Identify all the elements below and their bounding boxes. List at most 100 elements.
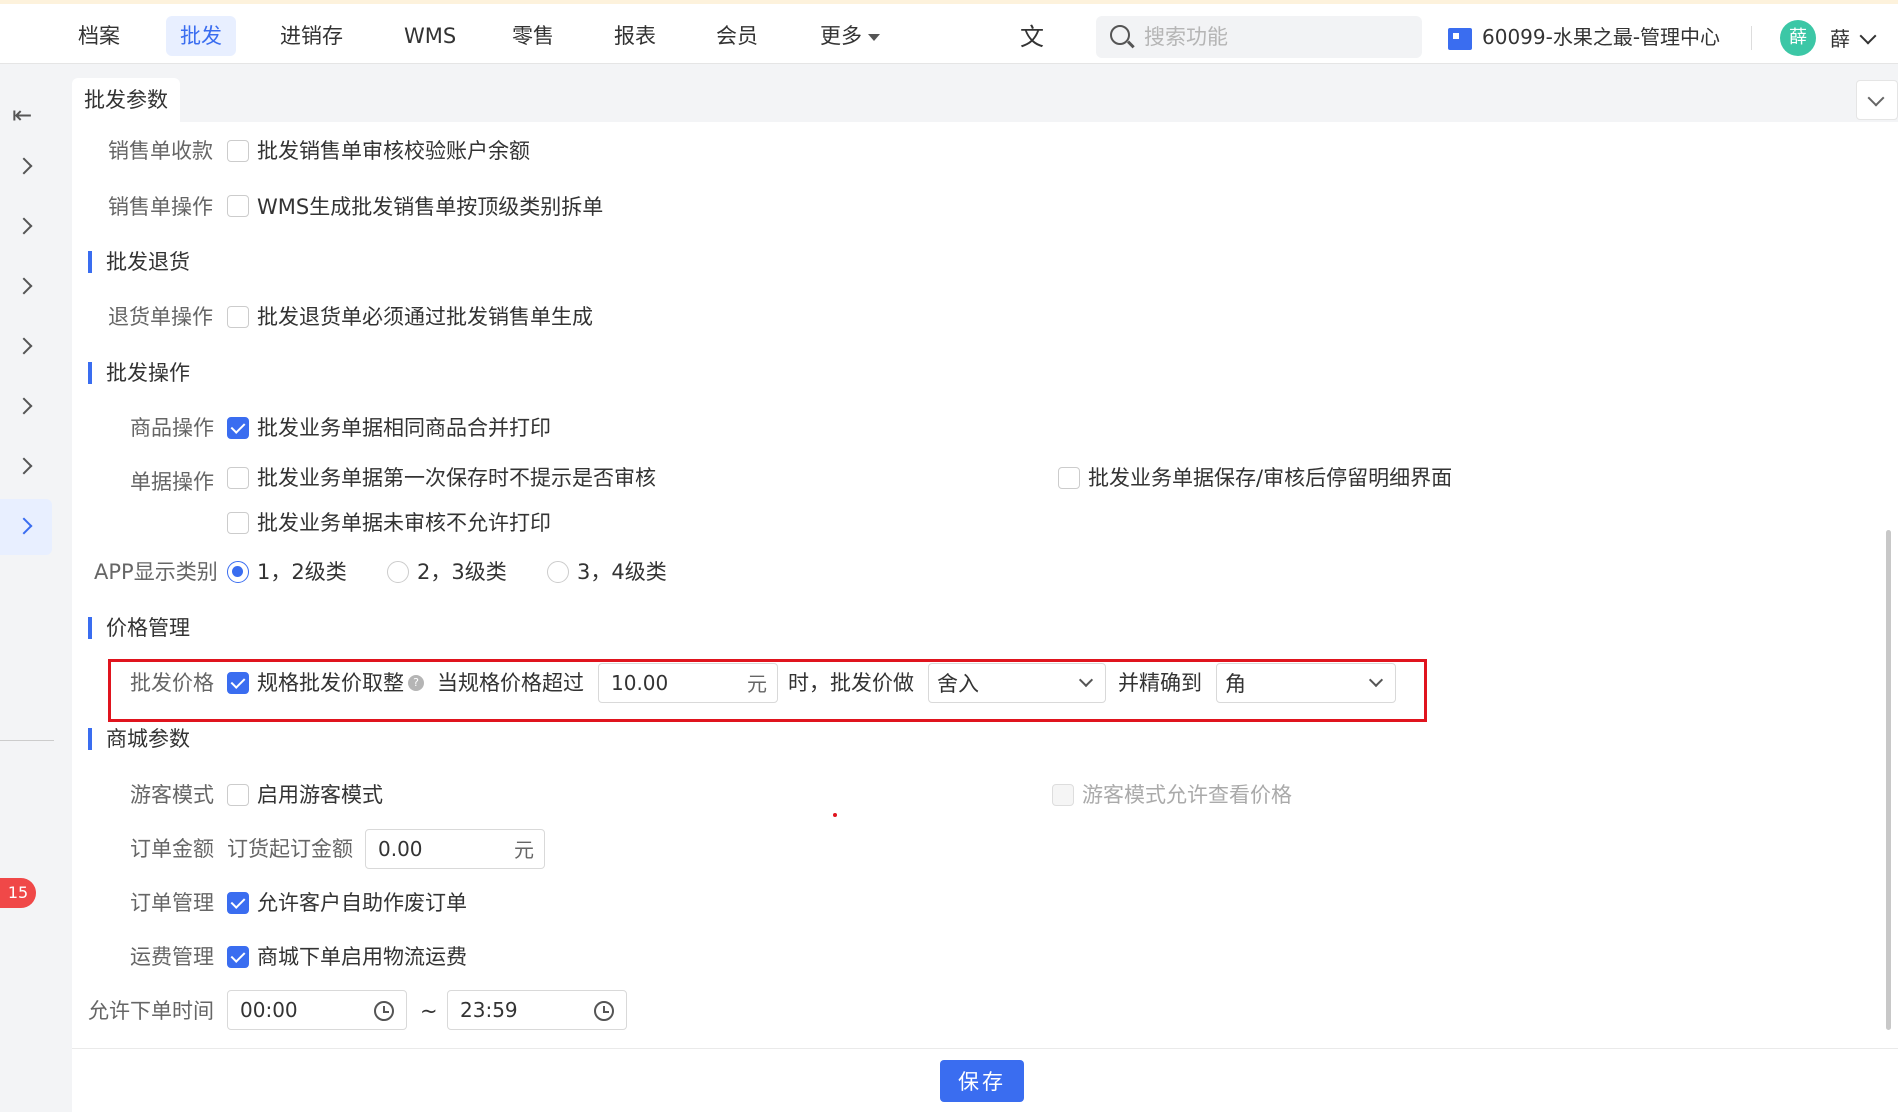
section-title: 价格管理 <box>88 613 190 643</box>
tab-wholesale-params[interactable]: 批发参数 <box>72 78 180 122</box>
collapse-icon: ⇤ <box>12 101 33 129</box>
nav-wms[interactable]: WMS <box>390 16 470 56</box>
option-label-disabled: 游客模式允许查看价格 <box>1082 783 1292 807</box>
user-name[interactable]: 薛 <box>1830 24 1850 54</box>
radio-label[interactable]: 3，4级类 <box>577 557 667 587</box>
row-label: 销售单收款 <box>108 139 213 163</box>
unit-label: 元 <box>514 838 534 862</box>
option-label[interactable]: 批发业务单据第一次保存时不提示是否审核 <box>257 463 656 493</box>
checkbox-checked[interactable] <box>227 672 249 694</box>
save-button[interactable]: 保存 <box>940 1060 1024 1102</box>
radio[interactable] <box>387 561 409 583</box>
sidebar-item[interactable] <box>0 199 52 255</box>
option-label[interactable]: 批发业务单据保存/审核后停留明细界面 <box>1088 463 1452 493</box>
avatar[interactable]: 薛 <box>1780 20 1816 56</box>
radio[interactable] <box>547 561 569 583</box>
row-label: 销售单操作 <box>108 195 213 219</box>
sidebar: ⇤ <box>0 65 60 1112</box>
row-label: 游客模式 <box>130 783 214 807</box>
chevron-right-icon <box>15 517 33 535</box>
option-label[interactable]: WMS生成批发销售单按顶级类别拆单 <box>257 192 603 222</box>
notification-badge[interactable]: 15 <box>0 878 36 908</box>
radio-label[interactable]: 1，2级类 <box>257 557 347 587</box>
option-label[interactable]: 商城下单启用物流运费 <box>257 942 467 972</box>
chevron-right-icon <box>15 157 33 175</box>
translate-icon[interactable]: 文 <box>1020 22 1054 52</box>
section-title: 批发退货 <box>88 247 190 277</box>
nav-more[interactable]: 更多 <box>806 16 894 56</box>
nav-reports[interactable]: 报表 <box>600 16 670 56</box>
nav-wholesale[interactable]: 批发 <box>166 16 236 56</box>
row-label: 允许下单时间 <box>88 999 214 1023</box>
chevron-right-icon <box>15 277 33 295</box>
chevron-right-icon <box>15 397 33 415</box>
option-label[interactable]: 批发销售单审核校验账户余额 <box>257 136 530 166</box>
checkbox[interactable] <box>227 306 249 328</box>
sidebar-divider <box>0 740 54 741</box>
option-label[interactable]: 批发业务单据未审核不允许打印 <box>257 508 551 538</box>
row-label: 退货单操作 <box>108 305 213 329</box>
checkbox-checked[interactable] <box>227 417 249 439</box>
option-label[interactable]: 批发业务单据相同商品合并打印 <box>257 413 551 443</box>
divider <box>1751 26 1752 50</box>
tab-dropdown-button[interactable] <box>1856 80 1898 120</box>
precision-select[interactable]: 角 <box>1216 663 1396 703</box>
nav-archive[interactable]: 档案 <box>64 16 134 56</box>
start-time-field[interactable] <box>240 991 360 1029</box>
search-icon <box>1110 25 1130 45</box>
sidebar-item[interactable] <box>0 439 52 495</box>
store-name[interactable]: 60099-水果之最-管理中心 <box>1482 22 1720 52</box>
checkbox[interactable] <box>227 140 249 162</box>
chevron-down-icon <box>1368 672 1384 688</box>
sidebar-item[interactable] <box>0 139 52 195</box>
end-time-field[interactable] <box>460 991 580 1029</box>
sidebar-item[interactable] <box>0 259 52 315</box>
min-order-field[interactable] <box>378 830 488 868</box>
unit-label: 元 <box>747 672 767 696</box>
checkbox[interactable] <box>227 784 249 806</box>
section-title: 商城参数 <box>88 724 190 754</box>
nav-members[interactable]: 会员 <box>702 16 772 56</box>
nav-inventory[interactable]: 进销存 <box>266 16 357 56</box>
checkbox[interactable] <box>1058 467 1080 489</box>
option-label[interactable]: 批发退货单必须通过批发销售单生成 <box>257 302 593 332</box>
sidebar-collapse[interactable]: ⇤ <box>0 77 52 133</box>
option-label[interactable]: 启用游客模式 <box>257 780 383 810</box>
radio-label[interactable]: 2，3级类 <box>417 557 507 587</box>
search-input[interactable] <box>1144 16 1414 58</box>
price-threshold-input[interactable]: 元 <box>598 663 778 703</box>
scrollbar[interactable] <box>1886 530 1891 1030</box>
tab-bar: 批发参数 <box>72 78 1898 122</box>
range-separator: ~ <box>420 999 438 1023</box>
clock-icon <box>374 1001 394 1021</box>
option-label[interactable]: 规格批发价取整 <box>257 668 404 698</box>
end-time-input[interactable] <box>447 990 627 1030</box>
row-label: 单据操作 <box>130 470 214 494</box>
option-label[interactable]: 允许客户自助作废订单 <box>257 888 467 918</box>
red-dot <box>833 813 837 817</box>
radio-selected[interactable] <box>227 561 249 583</box>
nav-retail[interactable]: 零售 <box>498 16 568 56</box>
checkbox-checked[interactable] <box>227 946 249 968</box>
chevron-right-icon <box>15 217 33 235</box>
help-icon[interactable]: ? <box>408 675 424 691</box>
section-title: 批发操作 <box>88 358 190 388</box>
min-order-input[interactable]: 元 <box>365 829 545 869</box>
search-box[interactable] <box>1096 16 1422 58</box>
chevron-down-icon <box>1078 672 1094 688</box>
price-text: 当规格价格超过 <box>437 671 584 695</box>
start-time-input[interactable] <box>227 990 407 1030</box>
checkbox[interactable] <box>227 467 249 489</box>
row-label: 订单管理 <box>130 891 214 915</box>
rounding-select[interactable]: 舍入 <box>928 663 1106 703</box>
chevron-down-icon[interactable] <box>1859 27 1877 45</box>
checkbox[interactable] <box>227 512 249 534</box>
price-threshold-field[interactable] <box>611 664 721 702</box>
sidebar-item[interactable] <box>0 319 52 375</box>
sidebar-item[interactable] <box>0 379 52 435</box>
field-label: 订货起订金额 <box>227 837 353 861</box>
sidebar-item-active[interactable] <box>0 499 52 555</box>
checkbox-checked[interactable] <box>227 892 249 914</box>
checkbox[interactable] <box>227 195 249 217</box>
price-text: 时，批发价做 <box>788 671 914 695</box>
